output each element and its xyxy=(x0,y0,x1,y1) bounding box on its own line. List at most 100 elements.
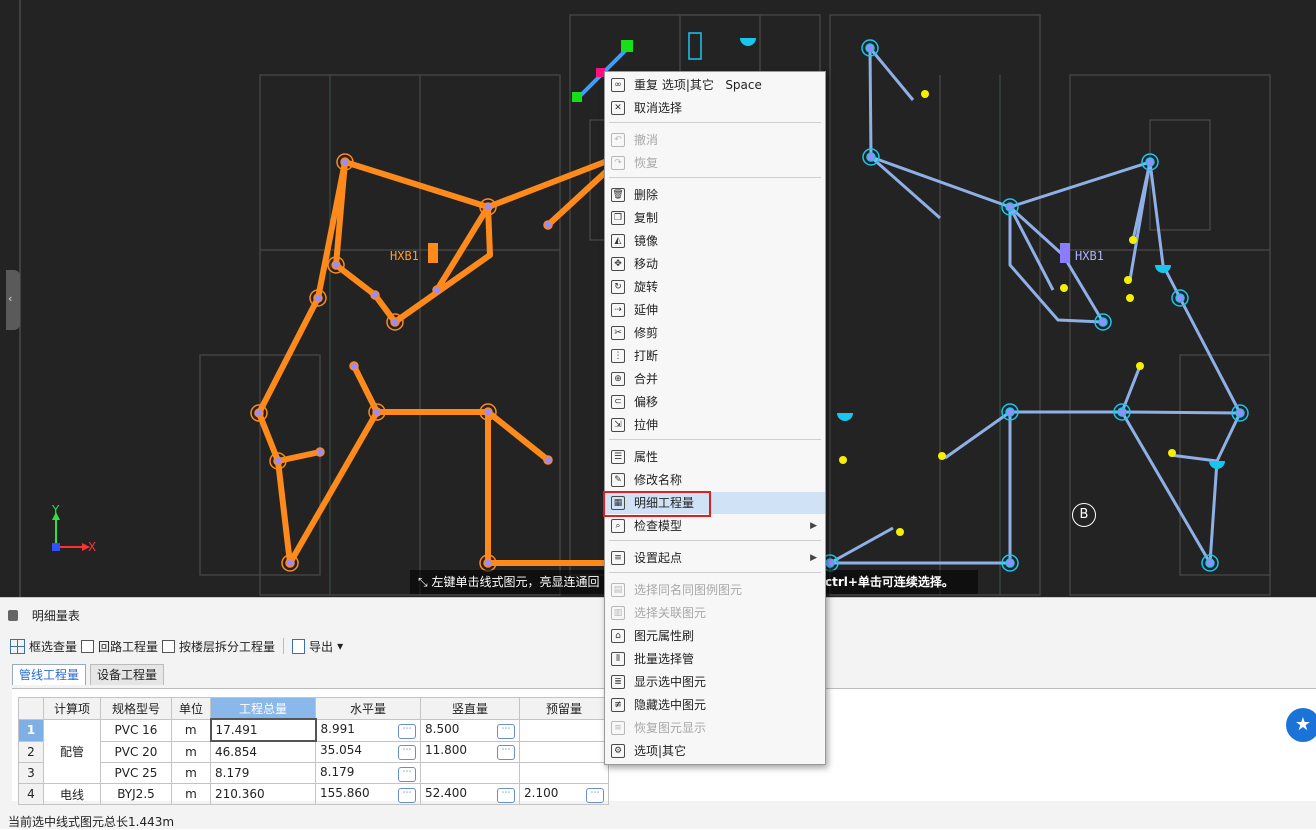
properties-icon: ☰ xyxy=(611,450,625,464)
menu-item-rename[interactable]: ✎ 修改名称 xyxy=(605,469,825,491)
menu-item-rotate[interactable]: ↻ 旋转 xyxy=(605,276,825,298)
hide-selected-icon: ≢ xyxy=(611,698,625,712)
menu-item-repeat[interactable]: ∞ 重复 选项|其它 Space xyxy=(605,74,825,96)
horizontal-cell[interactable]: 8.179 ⋯ xyxy=(315,762,421,784)
menu-item-property-brush[interactable]: ⌂ 图元属性刷 xyxy=(605,625,825,647)
vertical-cell[interactable]: 52.400 ⋯ xyxy=(420,783,520,805)
unit-cell[interactable]: m xyxy=(171,783,211,805)
floor-split-checkbox[interactable]: 按楼层拆分工程量 xyxy=(162,638,275,655)
menu-label: 撤消 xyxy=(634,133,659,147)
row-index[interactable]: 4 xyxy=(18,783,44,805)
total-cell[interactable]: 8.179 xyxy=(210,762,316,784)
menu-item-show-selected[interactable]: ≣ 显示选中图元 xyxy=(605,671,825,693)
unit-cell[interactable]: m xyxy=(171,740,211,763)
menu-item-hide-selected[interactable]: ≢ 隐藏选中图元 xyxy=(605,694,825,716)
col-header-total[interactable]: 工程总量 xyxy=(210,697,316,720)
total-cell[interactable]: 210.360 xyxy=(210,783,316,805)
menu-item-select-same[interactable]: ▤ 选择同名同图例图元 xyxy=(605,579,825,601)
property-brush-icon: ⌂ xyxy=(611,629,625,643)
menu-item-options[interactable]: ⚙ 选项|其它 xyxy=(605,740,825,762)
loop-quantity-label: 回路工程量 xyxy=(98,639,159,654)
col-header-reserve[interactable]: 预留量 xyxy=(519,697,609,720)
more-button[interactable]: ⋯ xyxy=(586,787,604,803)
menu-item-detail-quantity[interactable]: ▦ 明细工程量 xyxy=(603,491,825,517)
reserve-cell[interactable] xyxy=(519,718,609,742)
menu-item-restore-display[interactable]: ≡ 恢复图元显示 xyxy=(605,717,825,739)
horizontal-cell[interactable]: 155.860 ⋯ xyxy=(315,783,421,805)
reserve-value: 2.100 xyxy=(524,785,559,800)
more-button[interactable]: ⋯ xyxy=(497,745,515,761)
submenu-arrow-icon: ▶ xyxy=(810,553,817,563)
reserve-cell[interactable]: 2.100 ⋯ xyxy=(519,783,609,805)
menu-item-trim[interactable]: ✂ 修剪 xyxy=(605,322,825,344)
repeat-icon: ∞ xyxy=(611,78,625,92)
table-row[interactable]: 1 配管 PVC 16 m 17.491 8.991 ⋯ 8.500 ⋯ xyxy=(18,718,609,784)
export-icon xyxy=(292,638,306,654)
chevron-down-icon[interactable]: ▾ xyxy=(337,639,343,653)
menu-item-offset[interactable]: ⊂ 偏移 xyxy=(605,391,825,413)
menu-item-merge[interactable]: ⊕ 合并 xyxy=(605,368,825,390)
horizontal-cell[interactable]: 35.054 ⋯ xyxy=(315,740,421,763)
total-cell[interactable]: 17.491 xyxy=(209,718,317,742)
menu-label: 隐藏选中图元 xyxy=(634,698,707,712)
menu-item-extend[interactable]: ⇢ 延伸 xyxy=(605,299,825,321)
table-row[interactable]: 2 PVC 20 m 46.854 35.054 ⋯ 11.800 ⋯ xyxy=(18,740,609,763)
tab-pipeline-quantity[interactable]: 管线工程量 xyxy=(12,664,87,685)
menu-item-delete[interactable]: 🗑 删除 xyxy=(605,184,825,206)
menu-item-copy[interactable]: ❐ 复制 xyxy=(605,207,825,229)
more-button[interactable]: ⋯ xyxy=(398,766,416,782)
menu-item-properties[interactable]: ☰ 属性 xyxy=(605,446,825,468)
menu-item-cancel-select[interactable]: ✕ 取消选择 xyxy=(605,97,825,119)
more-button[interactable]: ⋯ xyxy=(497,723,515,739)
spec-cell[interactable]: PVC 20 xyxy=(100,740,172,763)
lock-icon[interactable] xyxy=(8,610,18,621)
more-button[interactable]: ⋯ xyxy=(398,723,416,739)
more-button[interactable]: ⋯ xyxy=(497,787,515,803)
horizontal-cell[interactable]: 8.991 ⋯ xyxy=(315,718,421,742)
menu-item-batch-select[interactable]: ⫴ 批量选择管 xyxy=(605,648,825,670)
menu-item-undo[interactable]: ↶ 撤消 xyxy=(605,129,825,151)
box-select-button[interactable]: 框选查量 xyxy=(10,638,77,655)
menu-item-move[interactable]: ✥ 移动 xyxy=(605,253,825,275)
menu-item-set-start[interactable]: ≡ 设置起点 ▶ xyxy=(605,547,825,569)
menu-item-break[interactable]: ⋮ 打断 xyxy=(605,345,825,367)
total-cell[interactable]: 46.854 xyxy=(210,740,316,763)
star-icon[interactable]: ★ xyxy=(1286,708,1316,742)
col-header-vertical[interactable]: 竖直量 xyxy=(420,697,520,720)
table-row[interactable]: 4 电线 BYJ2.5 m 210.360 155.860 ⋯ 52.400 ⋯ 2… xyxy=(18,783,609,805)
vertical-cell[interactable]: 11.800 ⋯ xyxy=(420,740,520,763)
menu-item-select-related[interactable]: ▥ 选择关联图元 xyxy=(605,602,825,624)
unit-cell[interactable]: m xyxy=(171,718,211,742)
col-header-horizontal[interactable]: 水平量 xyxy=(315,697,421,720)
menu-label: 恢复 xyxy=(634,156,659,170)
spec-cell[interactable]: BYJ2.5 xyxy=(100,783,172,805)
spec-cell[interactable]: PVC 16 xyxy=(100,718,172,742)
more-button[interactable]: ⋯ xyxy=(398,745,416,761)
collapse-handle[interactable]: ‹ xyxy=(6,270,20,330)
menu-label: 重复 选项|其它 xyxy=(634,78,714,92)
row-index[interactable]: 2 xyxy=(18,740,44,763)
col-header-item[interactable]: 计算项 xyxy=(43,697,101,720)
col-header-unit[interactable]: 单位 xyxy=(171,697,211,720)
reserve-cell[interactable] xyxy=(519,762,609,784)
merge-icon: ⊕ xyxy=(611,372,625,386)
tab-equipment-quantity[interactable]: 设备工程量 xyxy=(90,664,165,685)
menu-item-redo[interactable]: ↷ 恢复 xyxy=(605,152,825,174)
col-header-spec[interactable]: 规格型号 xyxy=(100,697,172,720)
select-same-icon: ▤ xyxy=(611,583,625,597)
vertical-cell[interactable] xyxy=(420,762,520,784)
menu-label: 修改名称 xyxy=(634,473,683,487)
unit-cell[interactable]: m xyxy=(171,762,211,784)
more-button[interactable]: ⋯ xyxy=(398,787,416,803)
spec-cell[interactable]: PVC 25 xyxy=(100,762,172,784)
row-index[interactable]: 3 xyxy=(18,762,44,784)
vertical-cell[interactable]: 8.500 ⋯ xyxy=(420,718,520,742)
menu-item-check-model[interactable]: ⌕ 检查模型 ▶ xyxy=(605,515,825,537)
menu-item-mirror[interactable]: ◭ 镜像 xyxy=(605,230,825,252)
loop-quantity-checkbox[interactable]: 回路工程量 xyxy=(81,638,158,655)
table-row[interactable]: 3 PVC 25 m 8.179 8.179 ⋯ xyxy=(18,762,609,784)
row-index[interactable]: 1 xyxy=(18,718,44,742)
reserve-cell[interactable] xyxy=(519,740,609,763)
export-button[interactable]: 导出 ▾ xyxy=(292,638,343,655)
menu-item-stretch[interactable]: ⇲ 拉伸 xyxy=(605,414,825,436)
